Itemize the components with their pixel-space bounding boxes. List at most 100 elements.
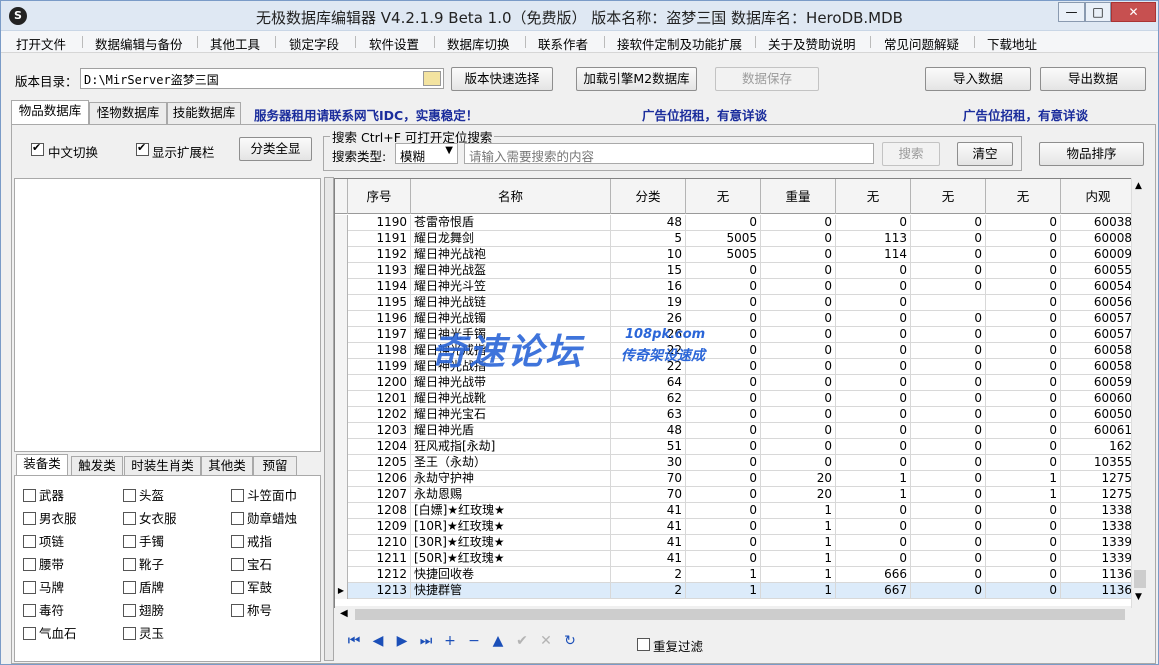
table-cell[interactable]: 耀日神光战袍 [411,247,611,263]
menu-about[interactable]: 关于及赞助说明 [768,34,856,53]
table-cell[interactable]: 0 [761,263,836,279]
table-cell[interactable]: 1 [686,583,761,599]
maximize-button[interactable]: □ [1085,2,1111,22]
table-cell[interactable]: 113 [836,231,911,247]
menu-download[interactable]: 下载地址 [987,34,1037,53]
table-row[interactable]: 1195 耀日神光战链 19 0 0 0 0 60056 [335,295,1147,311]
table-cell[interactable]: 60061 [1061,423,1136,439]
table-row[interactable]: 1198 耀日神光戒指 22 0 0 0 0 0 60058 [335,343,1147,359]
menu-other-tools[interactable]: 其他工具 [210,34,260,53]
category-checkbox[interactable] [23,604,36,617]
table-cell[interactable]: 0 [686,343,761,359]
category-checkbox[interactable] [23,581,36,594]
row-indicator[interactable] [335,407,348,423]
table-cell[interactable]: 0 [686,391,761,407]
table-cell[interactable]: 1191 [348,231,411,247]
table-row[interactable]: 1207 永劫恩赐 70 0 20 1 0 1 1275 [335,487,1147,503]
category-item[interactable]: 勋章蜡烛 [231,508,297,527]
table-cell[interactable]: 0 [911,327,986,343]
vertical-scroll-thumb[interactable] [1134,570,1146,588]
table-cell[interactable]: 0 [911,343,986,359]
table-cell[interactable]: 48 [611,215,686,231]
table-cell[interactable]: 1213 [348,583,411,599]
table-cell[interactable]: 64 [611,375,686,391]
table-cell[interactable]: 0 [911,519,986,535]
table-cell[interactable]: 0 [986,311,1061,327]
data-grid[interactable]: 序号 名称 分类无重量无无无内观 1190 苍雷帝恨盾 48 0 0 0 0 0 60038 1191… [334,178,1148,608]
table-row[interactable]: ▶ 1213 快捷群管 2 1 1 667 0 0 1136 [335,583,1147,599]
table-cell[interactable]: 狂风戒指[永劫] [411,439,611,455]
export-data-button[interactable]: 导出数据 [1040,67,1146,91]
table-cell[interactable]: 0 [686,311,761,327]
table-cell[interactable]: 60009 [1061,247,1136,263]
tab-item-db[interactable]: 物品数据库 [11,100,89,124]
row-indicator[interactable] [335,455,348,471]
table-row[interactable]: 1202 耀日神光宝石 63 0 0 0 0 0 60050 [335,407,1147,423]
table-cell[interactable]: 0 [761,391,836,407]
table-cell[interactable]: 20 [761,471,836,487]
table-cell[interactable]: 苍雷帝恨盾 [411,215,611,231]
search-type-select[interactable]: 模糊 ▼ [395,143,458,164]
category-item[interactable]: 戒指 [231,531,272,550]
menu-faq[interactable]: 常见问题解疑 [884,34,959,53]
table-cell[interactable]: 0 [986,375,1061,391]
table-cell[interactable]: 5 [611,231,686,247]
menu-lock-fields[interactable]: 锁定字段 [289,34,339,53]
table-cell[interactable]: 60056 [1061,295,1136,311]
tab-other[interactable]: 其他类 [201,456,253,476]
column-header[interactable]: 名称 [411,179,611,214]
table-cell[interactable]: 0 [911,215,986,231]
table-row[interactable]: 1192 耀日神光战袍 10 5005 0 114 0 0 60009 [335,247,1147,263]
table-row[interactable]: 1204 狂风戒指[永劫] 51 0 0 0 0 0 162 [335,439,1147,455]
table-cell[interactable]: 0 [911,231,986,247]
table-row[interactable]: 1200 耀日神光战带 64 0 0 0 0 0 60059 [335,375,1147,391]
table-cell[interactable]: 70 [611,471,686,487]
category-item[interactable]: 手镯 [123,531,164,550]
delete-record-icon[interactable]: − [464,631,484,651]
table-cell[interactable]: 5005 [686,231,761,247]
vertical-scrollbar[interactable]: ▲ ▼ [1131,178,1148,608]
table-cell[interactable]: 0 [836,279,911,295]
table-cell[interactable]: 1 [986,487,1061,503]
table-cell[interactable]: [50R]★红玫瑰★ [411,551,611,567]
minimize-button[interactable]: — [1058,2,1085,22]
table-cell[interactable]: 0 [686,519,761,535]
tab-reserved[interactable]: 预留 [253,456,297,476]
table-cell[interactable]: 16 [611,279,686,295]
table-row[interactable]: 1211 [50R]★红玫瑰★ 41 0 1 0 0 0 1339 [335,551,1147,567]
horizontal-scrollbar[interactable]: ◀ [335,606,1131,623]
table-cell[interactable]: 1 [761,519,836,535]
table-cell[interactable]: 1200 [348,375,411,391]
table-cell[interactable]: 0 [761,439,836,455]
table-cell[interactable]: 0 [986,455,1061,471]
table-cell[interactable]: 永劫恩赐 [411,487,611,503]
table-cell[interactable]: 666 [836,567,911,583]
table-cell[interactable]: 20 [761,487,836,503]
table-cell[interactable]: 耀日神光手镯 [411,327,611,343]
table-cell[interactable]: 0 [686,295,761,311]
first-record-icon[interactable]: ⏮ [344,631,364,651]
table-cell[interactable]: 0 [686,455,761,471]
menu-open-file[interactable]: 打开文件 [16,34,66,53]
row-indicator[interactable] [335,375,348,391]
table-cell[interactable]: 1339 [1061,551,1136,567]
table-cell[interactable]: 60057 [1061,327,1136,343]
table-cell[interactable]: 0 [761,279,836,295]
category-item[interactable]: 宝石 [231,554,272,573]
category-item[interactable]: 盾牌 [123,577,164,596]
category-checkbox[interactable] [123,558,136,571]
table-cell[interactable]: 60055 [1061,263,1136,279]
column-header[interactable]: 内观 [1061,179,1136,214]
table-row[interactable]: 1201 耀日神光战靴 62 0 0 0 0 0 60060 [335,391,1147,407]
table-cell[interactable]: 60057 [1061,311,1136,327]
table-cell[interactable]: 0 [986,567,1061,583]
table-cell[interactable]: 1197 [348,327,411,343]
table-cell[interactable]: 0 [686,471,761,487]
table-cell[interactable]: 1 [761,583,836,599]
table-cell[interactable]: 1 [761,535,836,551]
table-row[interactable]: 1205 圣王（永劫） 30 0 0 0 0 0 10355 [335,455,1147,471]
load-engine-button[interactable]: 加载引擎M2数据库 [576,67,697,91]
table-cell[interactable]: 60060 [1061,391,1136,407]
table-cell[interactable]: 0 [761,375,836,391]
table-cell[interactable]: 2 [611,583,686,599]
